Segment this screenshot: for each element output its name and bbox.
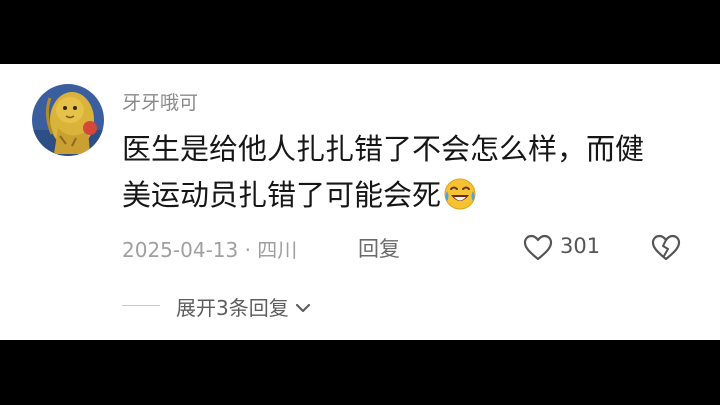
like-count: 301 — [560, 234, 601, 258]
expand-replies-row: 展开3条回复 — [122, 292, 422, 322]
divider-line — [122, 305, 160, 306]
expand-replies-label: 展开3条回复 — [176, 296, 289, 320]
comment-card: 牙牙哦可 医生是给他人扎扎错了不会怎么样，而健 美运动员扎错了可能会死 2025… — [0, 64, 720, 340]
video-frame: 牙牙哦可 医生是给他人扎扎错了不会怎么样，而健 美运动员扎错了可能会死 2025… — [0, 0, 720, 405]
broken-heart-icon[interactable] — [650, 232, 682, 268]
avatar-image — [32, 84, 104, 156]
comment-text-line-2: 美运动员扎错了可能会死 — [122, 172, 682, 224]
heart-outline-icon — [522, 232, 554, 268]
laughing-crying-emoji-icon — [443, 177, 477, 224]
avatar[interactable] — [32, 84, 104, 156]
comment-text-line-2-content: 美运动员扎错了可能会死 — [122, 178, 442, 212]
reply-button[interactable]: 回复 — [358, 233, 400, 263]
comment-text-line-1: 医生是给他人扎扎错了不会怎么样，而健 — [122, 132, 645, 166]
chevron-down-icon — [295, 299, 311, 318]
comment-meta-row: 2025-04-13 · 四川 回复 301 — [122, 232, 692, 264]
comment-date-location: 2025-04-13 · 四川 — [122, 238, 298, 262]
expand-replies-button[interactable]: 展开3条回复 — [176, 292, 311, 320]
username[interactable]: 牙牙哦可 — [122, 88, 198, 115]
comment-text: 医生是给他人扎扎错了不会怎么样，而健 美运动员扎错了可能会死 — [122, 126, 682, 224]
